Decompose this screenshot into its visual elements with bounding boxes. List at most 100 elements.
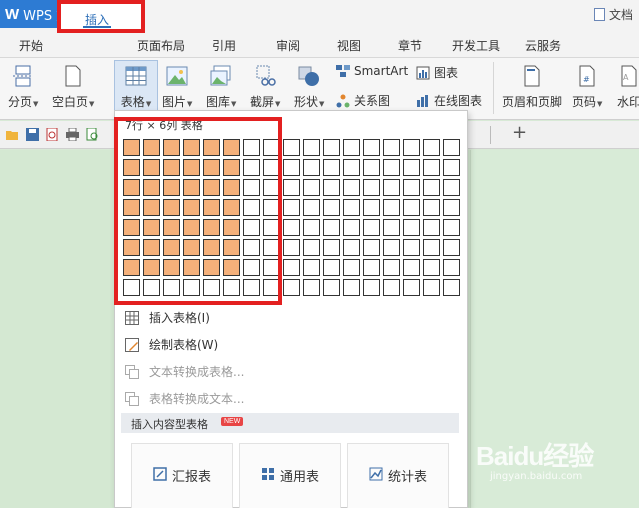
- shape-button[interactable]: 形状▼: [294, 64, 324, 110]
- grid-cell[interactable]: [363, 219, 380, 236]
- grid-cell[interactable]: [383, 239, 400, 256]
- grid-cell[interactable]: [323, 159, 340, 176]
- grid-cell[interactable]: [363, 179, 380, 196]
- grid-cell[interactable]: [303, 279, 320, 296]
- print-icon[interactable]: [66, 127, 79, 142]
- grid-cell[interactable]: [403, 199, 420, 216]
- screenshot-button[interactable]: 截屏▼: [250, 64, 280, 110]
- tab-view[interactable]: 视图: [337, 37, 361, 54]
- grid-cell[interactable]: [383, 279, 400, 296]
- grid-cell[interactable]: [323, 239, 340, 256]
- relation-chart-button[interactable]: 关系图: [336, 92, 390, 109]
- grid-cell[interactable]: [443, 159, 460, 176]
- grid-cell[interactable]: [343, 199, 360, 216]
- grid-cell[interactable]: [403, 159, 420, 176]
- grid-cell[interactable]: [383, 139, 400, 156]
- grid-cell[interactable]: [383, 179, 400, 196]
- table-to-text-item[interactable]: 表格转换成文本...: [125, 390, 244, 407]
- grid-cell[interactable]: [283, 219, 300, 236]
- grid-cell[interactable]: [343, 219, 360, 236]
- grid-cell[interactable]: [423, 259, 440, 276]
- insert-table-item[interactable]: 插入表格(I): [125, 309, 210, 326]
- draw-table-item[interactable]: 绘制表格(W): [125, 336, 218, 353]
- grid-cell[interactable]: [363, 239, 380, 256]
- grid-cell[interactable]: [283, 179, 300, 196]
- grid-cell[interactable]: [443, 219, 460, 236]
- tab-insert[interactable]: 插入: [57, 0, 145, 33]
- grid-cell[interactable]: [363, 259, 380, 276]
- grid-cell[interactable]: [323, 259, 340, 276]
- grid-cell[interactable]: [423, 159, 440, 176]
- grid-cell[interactable]: [423, 179, 440, 196]
- grid-cell[interactable]: [343, 159, 360, 176]
- grid-cell[interactable]: [383, 219, 400, 236]
- template-report-card[interactable]: 汇报表: [131, 443, 233, 508]
- grid-cell[interactable]: [403, 219, 420, 236]
- grid-cell[interactable]: [343, 259, 360, 276]
- grid-cell[interactable]: [383, 159, 400, 176]
- grid-cell[interactable]: [283, 239, 300, 256]
- grid-cell[interactable]: [443, 179, 460, 196]
- grid-cell[interactable]: [403, 279, 420, 296]
- grid-cell[interactable]: [303, 199, 320, 216]
- grid-cell[interactable]: [283, 199, 300, 216]
- grid-cell[interactable]: [363, 279, 380, 296]
- print-preview-icon[interactable]: [86, 127, 99, 141]
- grid-cell[interactable]: [303, 159, 320, 176]
- grid-cell[interactable]: [303, 179, 320, 196]
- grid-cell[interactable]: [283, 139, 300, 156]
- tab-developer[interactable]: 开发工具: [452, 37, 500, 54]
- grid-cell[interactable]: [443, 139, 460, 156]
- watermark-button[interactable]: A 水印: [617, 64, 639, 110]
- grid-cell[interactable]: [443, 279, 460, 296]
- grid-cell[interactable]: [423, 279, 440, 296]
- tab-references[interactable]: 引用: [212, 37, 236, 54]
- grid-cell[interactable]: [303, 219, 320, 236]
- grid-cell[interactable]: [323, 199, 340, 216]
- text-to-table-item[interactable]: 文本转换成表格...: [125, 363, 244, 380]
- page-number-button[interactable]: # 页码▼: [572, 64, 602, 110]
- open-folder-icon[interactable]: [6, 128, 19, 141]
- grid-cell[interactable]: [443, 199, 460, 216]
- grid-cell[interactable]: [343, 279, 360, 296]
- grid-cell[interactable]: [423, 139, 440, 156]
- grid-cell[interactable]: [443, 259, 460, 276]
- grid-cell[interactable]: [403, 239, 420, 256]
- grid-cell[interactable]: [283, 159, 300, 176]
- grid-cell[interactable]: [343, 239, 360, 256]
- tab-home[interactable]: 开始: [19, 37, 43, 54]
- tab-sections[interactable]: 章节: [398, 37, 422, 54]
- chart-button[interactable]: 图表: [416, 64, 458, 81]
- grid-cell[interactable]: [323, 279, 340, 296]
- grid-cell[interactable]: [283, 279, 300, 296]
- template-general-card[interactable]: 通用表: [239, 443, 341, 508]
- grid-cell[interactable]: [443, 239, 460, 256]
- grid-cell[interactable]: [423, 239, 440, 256]
- save-icon[interactable]: [26, 128, 39, 141]
- grid-cell[interactable]: [323, 179, 340, 196]
- document-tab[interactable]: 文档: [594, 6, 633, 23]
- online-chart-button[interactable]: 在线图表: [416, 92, 482, 109]
- header-footer-button[interactable]: 页眉和页脚: [502, 64, 562, 110]
- picture-button[interactable]: 图片▼: [162, 64, 192, 110]
- table-button[interactable]: 表格▼: [114, 60, 158, 112]
- gallery-button[interactable]: 图库▼: [206, 64, 236, 110]
- grid-cell[interactable]: [403, 259, 420, 276]
- grid-cell[interactable]: [303, 259, 320, 276]
- tab-review[interactable]: 审阅: [276, 37, 300, 54]
- export-pdf-icon[interactable]: [46, 127, 59, 142]
- grid-cell[interactable]: [303, 239, 320, 256]
- grid-cell[interactable]: [383, 259, 400, 276]
- grid-cell[interactable]: [423, 219, 440, 236]
- grid-cell[interactable]: [403, 179, 420, 196]
- smartart-button[interactable]: SmartArt: [336, 64, 408, 78]
- tab-page-layout[interactable]: 页面布局: [137, 37, 185, 54]
- tab-cloud[interactable]: 云服务: [525, 37, 561, 54]
- grid-cell[interactable]: [343, 139, 360, 156]
- grid-cell[interactable]: [363, 139, 380, 156]
- grid-cell[interactable]: [423, 199, 440, 216]
- grid-cell[interactable]: [323, 139, 340, 156]
- grid-cell[interactable]: [303, 139, 320, 156]
- grid-cell[interactable]: [383, 199, 400, 216]
- grid-cell[interactable]: [343, 179, 360, 196]
